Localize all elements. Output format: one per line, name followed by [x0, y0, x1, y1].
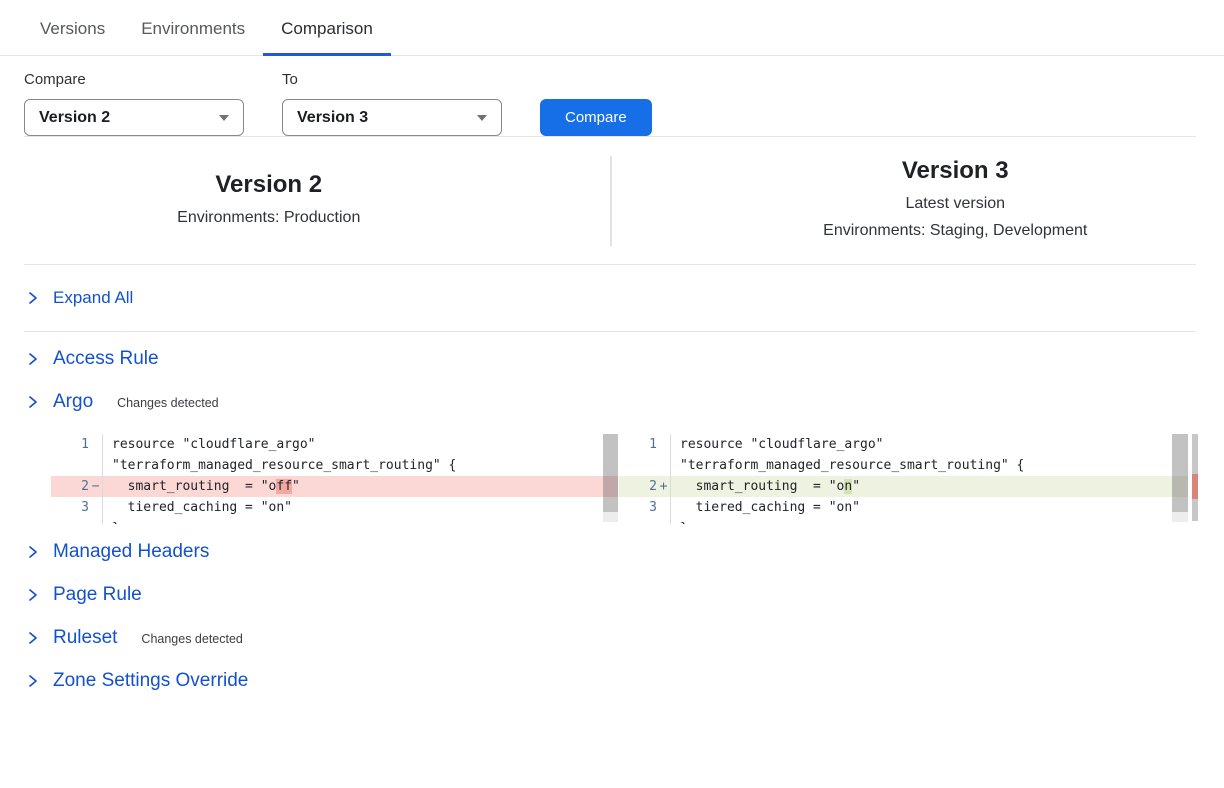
diff-pane-old: 1resource "cloudflare_argo""terraform_ma…	[51, 434, 618, 524]
dropdown-caret-icon	[477, 115, 487, 121]
removed-marker	[1192, 474, 1198, 499]
diff-code-line: "terraform_managed_resource_smart_routin…	[51, 455, 618, 476]
section-list: Access Rule Argo Changes detected 1resou…	[0, 332, 1224, 692]
compare-to-select[interactable]: Version 3	[282, 99, 502, 136]
compare-form: Compare Version 2 To Version 3 Compare	[24, 71, 1200, 136]
diff-code-line: 2+ smart_routing = "on"	[619, 476, 1188, 497]
tab-comparison[interactable]: Comparison	[263, 19, 391, 55]
tab-environments[interactable]: Environments	[123, 19, 263, 55]
chevron-right-icon	[27, 352, 39, 366]
version-left-title: Version 2	[215, 171, 322, 199]
tab-versions[interactable]: Versions	[22, 19, 123, 55]
chevron-right-icon	[27, 674, 39, 688]
chevron-right-icon	[27, 588, 39, 602]
section-access-rule[interactable]: Access Rule	[27, 348, 1224, 370]
chevron-right-icon	[27, 291, 39, 305]
diff-code-line: 3 tiered_caching = "on"	[619, 497, 1188, 518]
compare-label: Compare	[24, 71, 244, 88]
expand-all-label: Expand All	[53, 288, 133, 308]
section-zone-settings-override[interactable]: Zone Settings Override	[27, 670, 1224, 692]
compare-button[interactable]: Compare	[540, 99, 652, 136]
section-argo[interactable]: Argo Changes detected	[27, 391, 1224, 413]
version-right-title: Version 3	[902, 157, 1009, 185]
version-left-header: Version 2 Environments: Production	[0, 171, 610, 231]
diff-code-line: 1resource "cloudflare_argo"	[619, 434, 1188, 455]
version-right-environments: Environments: Staging, Development	[823, 217, 1087, 244]
to-label: To	[282, 71, 502, 88]
left-diff-scrollbar[interactable]	[603, 434, 618, 522]
section-label: Argo	[53, 391, 93, 413]
version-right-header: Version 3 Latest version Environments: S…	[612, 157, 1224, 244]
diff-change-marker	[1192, 474, 1198, 499]
section-managed-headers[interactable]: Managed Headers	[27, 541, 1224, 563]
argo-diff-viewer: 1resource "cloudflare_argo""terraform_ma…	[51, 434, 1198, 524]
section-label: Page Rule	[53, 584, 142, 606]
diff-code-line: 3 tiered_caching = "on"	[51, 497, 618, 518]
chevron-right-icon	[27, 545, 39, 559]
chevron-right-icon	[27, 395, 39, 409]
diff-code-line: 2− smart_routing = "off"	[51, 476, 618, 497]
expand-all-button[interactable]: Expand All	[0, 265, 1224, 331]
diff-overview-ruler	[1192, 434, 1198, 521]
compare-from-select[interactable]: Version 2	[24, 99, 244, 136]
diff-code-line: }	[51, 518, 618, 524]
section-page-rule[interactable]: Page Rule	[27, 584, 1224, 606]
compare-to-value: Version 3	[297, 109, 368, 127]
changes-detected-badge: Changes detected	[141, 632, 242, 646]
section-label: Zone Settings Override	[53, 670, 248, 692]
dropdown-caret-icon	[219, 115, 229, 121]
diff-code-line: }	[619, 518, 1188, 524]
diff-code-line: "terraform_managed_resource_smart_routin…	[619, 455, 1188, 476]
chevron-right-icon	[27, 631, 39, 645]
diff-code-line: 1resource "cloudflare_argo"	[51, 434, 618, 455]
section-label: Managed Headers	[53, 541, 209, 563]
changes-detected-badge: Changes detected	[117, 396, 218, 410]
compare-from-value: Version 2	[39, 109, 110, 127]
section-label: Ruleset	[53, 627, 117, 649]
version-right-latest: Latest version	[905, 190, 1005, 217]
tab-bar: Versions Environments Comparison	[0, 0, 1224, 56]
right-diff-scrollbar[interactable]	[1172, 434, 1188, 522]
diff-pane-new: 1resource "cloudflare_argo""terraform_ma…	[619, 434, 1188, 524]
section-ruleset[interactable]: Ruleset Changes detected	[27, 627, 1224, 649]
version-left-environments: Environments: Production	[177, 204, 360, 231]
version-headers: Version 2 Environments: Production Versi…	[0, 137, 1224, 264]
section-label: Access Rule	[53, 348, 159, 370]
